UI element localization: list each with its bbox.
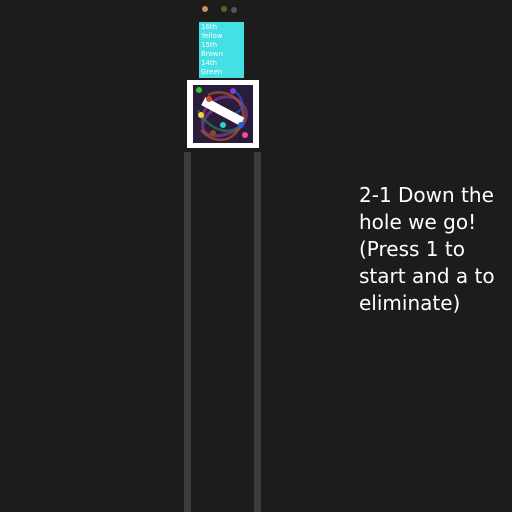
tube-wall-left [184, 152, 191, 512]
ranking-line: Brown [201, 50, 223, 58]
ranking-line: 14th [201, 59, 218, 67]
level-text-line: 2-1 Down the [359, 183, 494, 207]
ranking-line: Green [201, 68, 223, 76]
marble-icon [220, 122, 226, 128]
marble-icon [198, 112, 204, 118]
level-text-line: hole we go! [359, 210, 477, 234]
marble-icon [230, 88, 236, 94]
ranking-line: 16th [201, 23, 218, 31]
game-stage: 16th Yellow 15th Brown 14th Green 2-1 Do… [0, 0, 512, 512]
level-text-line: (Press 1 to [359, 237, 465, 261]
marble-icon [210, 130, 216, 136]
marble-icon [238, 122, 244, 128]
tube-wall-right [254, 152, 261, 512]
arena-frame [187, 80, 259, 148]
level-text-line: start and a to [359, 264, 495, 288]
marble-icon [221, 6, 227, 12]
arena-canvas [196, 87, 248, 142]
marble-icon [242, 132, 248, 138]
level-text-line: eliminate) [359, 291, 461, 315]
ranking-line: 15th [201, 41, 218, 49]
marble-icon [231, 7, 237, 13]
marble-icon [206, 96, 212, 102]
marble-icon [196, 87, 202, 93]
ranking-line: Yellow [201, 32, 223, 40]
level-title: 2-1 Down the hole we go! (Press 1 to sta… [359, 182, 512, 317]
marble-icon [202, 6, 208, 12]
arena [193, 85, 253, 143]
ranking-board: 16th Yellow 15th Brown 14th Green [199, 22, 244, 78]
